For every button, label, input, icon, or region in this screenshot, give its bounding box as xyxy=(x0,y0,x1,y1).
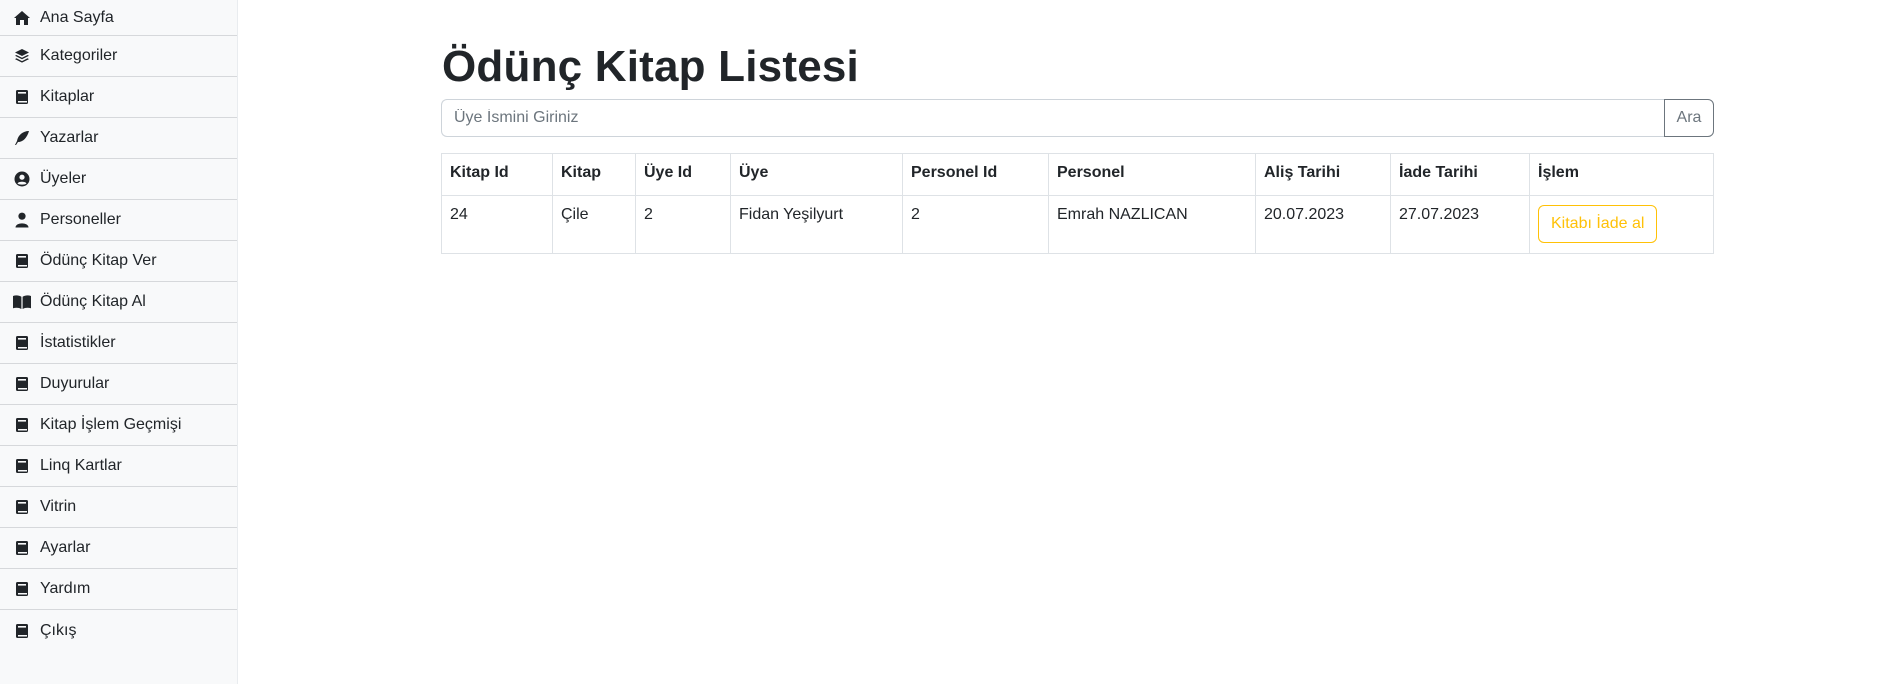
column-header: Kitap Id xyxy=(441,153,553,196)
sidebar-item-label: Yardım xyxy=(40,580,91,597)
cell-islem: Kitabı İade al xyxy=(1529,195,1714,254)
main-content: Ödünç Kitap Listesi Ara Kitap Id Kitap Ü… xyxy=(238,0,1903,684)
sidebar-item-label: Personeller xyxy=(40,211,121,228)
sidebar-item-cikis[interactable]: Çıkış xyxy=(0,610,237,651)
book-icon xyxy=(12,415,32,435)
column-header: Üye Id xyxy=(635,153,731,196)
book-icon xyxy=(12,621,32,641)
column-header: Personel xyxy=(1048,153,1256,196)
book-icon xyxy=(12,456,32,476)
sidebar-item-ana-sayfa[interactable]: Ana Sayfa xyxy=(0,0,237,36)
sidebar-item-odunc-kitap-ver[interactable]: Ödünç Kitap Ver xyxy=(0,241,237,282)
column-header: İşlem xyxy=(1529,153,1714,196)
sidebar-item-vitrin[interactable]: Vitrin xyxy=(0,487,237,528)
sidebar-item-linq-kartlar[interactable]: Linq Kartlar xyxy=(0,446,237,487)
page-title: Ödünç Kitap Listesi xyxy=(442,42,859,91)
sidebar-item-kategoriler[interactable]: Kategoriler xyxy=(0,36,237,77)
sidebar-item-kitaplar[interactable]: Kitaplar xyxy=(0,77,237,118)
home-icon xyxy=(12,8,32,28)
column-header: Aliş Tarihi xyxy=(1255,153,1391,196)
user-circle-icon xyxy=(12,169,32,189)
sidebar-item-label: Ana Sayfa xyxy=(40,8,114,26)
layers-icon xyxy=(12,46,32,66)
cell-personel-id: 2 xyxy=(902,195,1049,254)
sidebar-item-label: Üyeler xyxy=(40,170,87,187)
sidebar-item-label: İstatistikler xyxy=(40,334,116,351)
sidebar-item-label: Çıkış xyxy=(40,621,77,639)
book-icon xyxy=(12,333,32,353)
sidebar-item-label: Duyurular xyxy=(40,375,110,392)
book-icon xyxy=(12,87,32,107)
sidebar-item-label: Kategoriler xyxy=(40,47,118,64)
cell-uye-id: 2 xyxy=(635,195,731,254)
sidebar-item-duyurular[interactable]: Duyurular xyxy=(0,364,237,405)
column-header: Kitap xyxy=(552,153,636,196)
cell-alis-tarihi: 20.07.2023 xyxy=(1255,195,1391,254)
book-icon xyxy=(12,497,32,517)
person-icon xyxy=(12,210,32,230)
sidebar-item-label: Ödünç Kitap Ver xyxy=(40,252,157,269)
sidebar-item-istatistikler[interactable]: İstatistikler xyxy=(0,323,237,364)
sidebar-item-label: Linq Kartlar xyxy=(40,457,122,474)
sidebar-item-ayarlar[interactable]: Ayarlar xyxy=(0,528,237,569)
sidebar-item-kitap-islem-gecmisi[interactable]: Kitap İşlem Geçmişi xyxy=(0,405,237,446)
sidebar-item-yazarlar[interactable]: Yazarlar xyxy=(0,118,237,159)
sidebar-item-uyeler[interactable]: Üyeler xyxy=(0,159,237,200)
search-bar: Ara xyxy=(441,99,1714,137)
sidebar-item-label: Kitaplar xyxy=(40,88,95,105)
cell-uye: Fidan Yeşilyurt xyxy=(730,195,903,254)
sidebar-item-label: Yazarlar xyxy=(40,129,99,146)
feather-icon xyxy=(12,128,32,148)
loan-table: Kitap Id Kitap Üye Id Üye Personel Id Pe… xyxy=(441,153,1714,254)
search-button[interactable]: Ara xyxy=(1664,99,1714,137)
book-open-icon xyxy=(12,292,32,312)
sidebar-item-yardim[interactable]: Yardım xyxy=(0,569,237,610)
sidebar: Ana Sayfa Kategoriler Kitaplar Yazarlar … xyxy=(0,0,238,684)
table-row: 24 Çile 2 Fidan Yeşilyurt 2 Emrah NAZLIC… xyxy=(441,195,1714,254)
column-header: İade Tarihi xyxy=(1390,153,1530,196)
sidebar-item-odunc-kitap-al[interactable]: Ödünç Kitap Al xyxy=(0,282,237,323)
cell-personel: Emrah NAZLICAN xyxy=(1048,195,1256,254)
sidebar-item-label: Ödünç Kitap Al xyxy=(40,293,146,310)
book-icon xyxy=(12,374,32,394)
sidebar-item-label: Kitap İşlem Geçmişi xyxy=(40,416,182,433)
table-header-row: Kitap Id Kitap Üye Id Üye Personel Id Pe… xyxy=(441,153,1714,196)
cell-iade-tarihi: 27.07.2023 xyxy=(1390,195,1530,254)
column-header: Üye xyxy=(730,153,903,196)
cell-kitap-id: 24 xyxy=(441,195,553,254)
book-icon xyxy=(12,538,32,558)
sidebar-item-label: Vitrin xyxy=(40,498,77,515)
cell-kitap: Çile xyxy=(552,195,636,254)
sidebar-item-personeller[interactable]: Personeller xyxy=(0,200,237,241)
return-book-button[interactable]: Kitabı İade al xyxy=(1538,205,1658,243)
book-icon xyxy=(12,579,32,599)
search-input[interactable] xyxy=(441,99,1664,137)
column-header: Personel Id xyxy=(902,153,1049,196)
book-icon xyxy=(12,251,32,271)
sidebar-item-label: Ayarlar xyxy=(40,539,91,556)
